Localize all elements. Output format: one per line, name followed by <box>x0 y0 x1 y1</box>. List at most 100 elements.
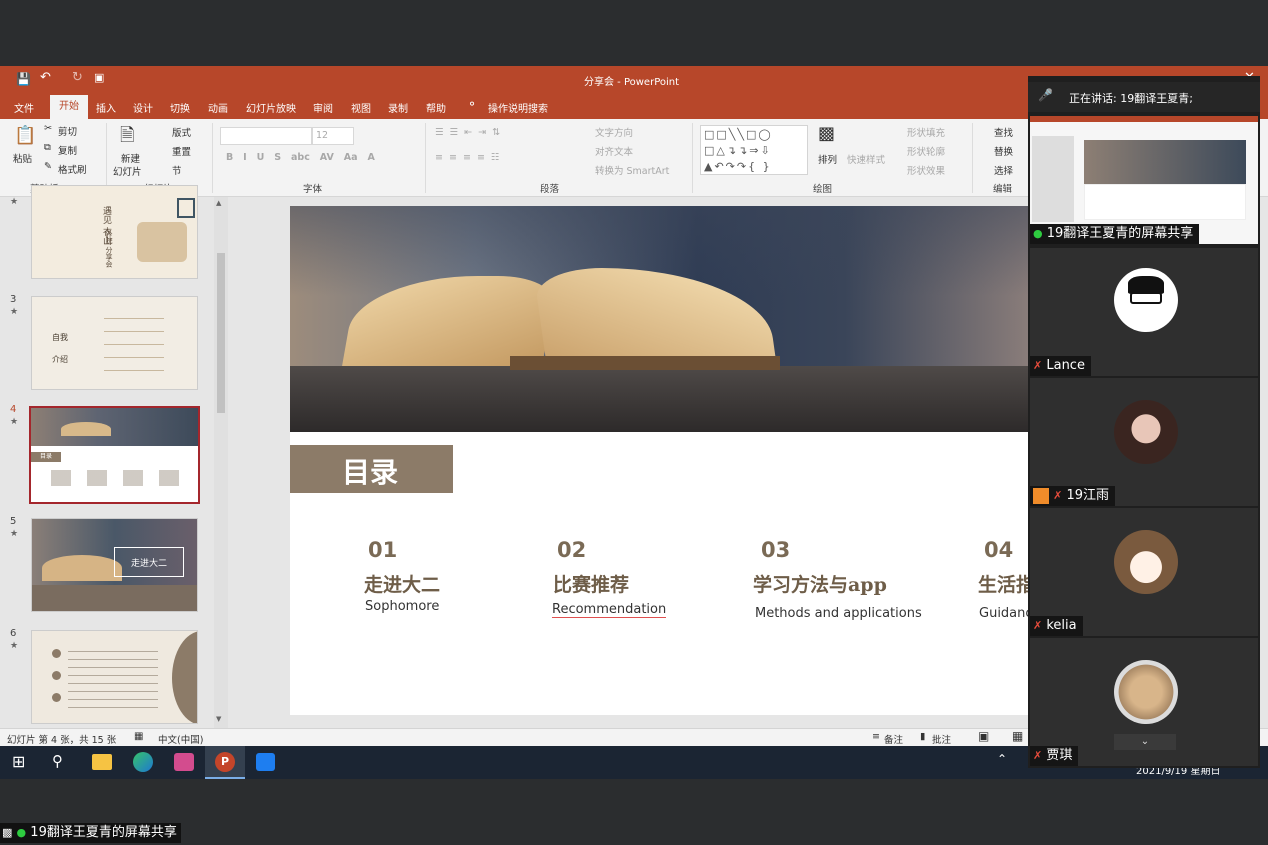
notes-button[interactable]: 备注 <box>884 732 903 746</box>
present-icon[interactable]: ▣ <box>94 71 104 84</box>
participant-tile-jiaqi[interactable]: ⌄ ✗ 贾琪 <box>1030 638 1258 766</box>
speaking-bar: 🎤 正在讲话: 19翻译王夏青; <box>1028 82 1260 112</box>
slide-thumbnail-3[interactable]: 自我 介绍 <box>31 296 198 390</box>
scroll-down-button[interactable]: ▼ <box>216 715 226 725</box>
item-3-subtitle: Methods and applications <box>755 606 922 621</box>
tab-file[interactable]: 文件 <box>14 100 34 115</box>
format-painter-icon: ✎ <box>44 161 52 172</box>
layout-button[interactable]: 版式 <box>172 125 191 139</box>
tab-transitions[interactable]: 切换 <box>170 100 190 115</box>
comments-button[interactable]: 批注 <box>932 732 951 746</box>
new-slide-icon[interactable]: 🗎 <box>120 123 134 153</box>
slide-thumbnail-5[interactable]: 走进大二 <box>31 518 198 612</box>
t4-tag: 目录 <box>31 452 61 462</box>
slide-thumbnail-2[interactable]: 遇见 衣山 外院 分享会 <box>31 185 198 279</box>
meeting-panel: 🎤 正在讲话: 19翻译王夏青; ⌃ ● 19翻译王夏青的屏幕共享 ✗ Lanc… <box>1028 76 1260 768</box>
new-slide-button[interactable]: 新建 <box>121 151 140 165</box>
participant-name-jiaqi: 贾琪 <box>1046 748 1073 763</box>
group-paragraph: 段落 <box>540 184 560 195</box>
current-slide[interactable]: 目录 01 走进大二 Sophomore 02 比赛推荐 Recommendat… <box>290 206 1030 715</box>
smartart-button[interactable]: 转换为 SmartArt <box>595 163 669 177</box>
tab-home[interactable]: 开始 <box>50 95 88 119</box>
cut-button[interactable]: 剪切 <box>58 124 77 138</box>
screen-share-tile[interactable]: ● 19翻译王夏青的屏幕共享 <box>1030 116 1258 244</box>
windows-start-icon[interactable]: ⊞ <box>12 752 25 771</box>
reset-button[interactable]: 重置 <box>172 144 191 158</box>
file-explorer-icon[interactable] <box>92 754 112 770</box>
shape-outline-button[interactable]: 形状轮廓 <box>907 144 945 158</box>
share-preview-slide-body <box>1084 184 1246 220</box>
tab-slideshow[interactable]: 幻灯片放映 <box>246 100 296 115</box>
tab-help[interactable]: 帮助 <box>426 100 446 115</box>
tray-chevron-icon[interactable]: ⌃ <box>997 752 1007 766</box>
animation-star-6: ★ <box>10 641 19 651</box>
text-direction-button[interactable]: 文字方向 <box>595 125 633 139</box>
save-icon[interactable]: 💾 <box>16 72 31 86</box>
undo-icon[interactable]: ↶ <box>40 70 51 85</box>
font-name-select[interactable] <box>220 127 312 145</box>
tell-me-search[interactable]: 操作说明搜索 <box>488 100 548 115</box>
quick-styles-button[interactable]: 快速样式 <box>847 152 885 166</box>
paragraph-icons[interactable]: ☰ ☰ ⇤ ⇥ ⇅ <box>435 127 500 138</box>
paste-icon[interactable]: 📋 <box>14 125 36 146</box>
edge-icon[interactable] <box>133 752 153 772</box>
shape-fill-button[interactable]: 形状填充 <box>907 125 945 139</box>
slide-thumbnail-4[interactable]: 目录 <box>29 406 200 504</box>
participant-tile-lance[interactable]: ✗ Lance <box>1030 248 1258 376</box>
item-4-subtitle: Guidanc <box>979 606 1030 621</box>
item-3-number: 03 <box>761 538 791 562</box>
slide-number-4: 4 <box>10 404 17 415</box>
new-slide-label-2[interactable]: 幻灯片 <box>113 164 142 178</box>
arrange-icon[interactable]: ▩ <box>818 123 835 144</box>
t4-book <box>61 422 111 436</box>
tab-record[interactable]: 录制 <box>388 100 408 115</box>
replace-button[interactable]: 替换 <box>994 144 1013 158</box>
select-button[interactable]: 选择 <box>994 163 1013 177</box>
slide-counter[interactable]: 幻灯片 第 4 张，共 15 张 <box>7 732 116 746</box>
shapes-gallery[interactable]: □□╲╲□◯ □△↴↴⇒⇩ ▲↶↷↷{ } <box>700 125 808 175</box>
thumbnail-scrollbar[interactable]: ▲ ▼ <box>214 197 228 728</box>
arrange-button[interactable]: 排列 <box>818 152 837 166</box>
align-icons[interactable]: ≡ ≡ ≡ ≡ ☷ <box>435 152 500 163</box>
t4-items <box>45 470 185 486</box>
search-icon[interactable]: ⚲ <box>52 752 63 770</box>
find-button[interactable]: 查找 <box>994 125 1013 139</box>
powerpoint-icon[interactable]: P <box>215 752 235 772</box>
notes-icon: ≡ <box>872 731 880 742</box>
avatar-jiaqi <box>1114 660 1178 724</box>
top-black-bar <box>0 0 1268 66</box>
font-format-icons[interactable]: B I U S abc AV Aa A <box>226 152 375 163</box>
app-icon-pink[interactable] <box>174 753 194 771</box>
comments-icon: ▮ <box>920 731 926 742</box>
section-button[interactable]: 节 <box>172 163 182 177</box>
expand-button[interactable]: ⌄ <box>1114 734 1176 750</box>
participant-tile-jiangyu[interactable]: ✗ 19江雨 <box>1030 378 1258 506</box>
scroll-thumb[interactable] <box>217 253 225 413</box>
participant-tile-kelia[interactable]: ✗ kelia <box>1030 508 1258 636</box>
nameplate-kelia: ✗ kelia <box>1030 616 1083 636</box>
tab-insert[interactable]: 插入 <box>96 100 116 115</box>
tencent-meeting-icon[interactable] <box>256 753 275 771</box>
nameplate-lance: ✗ Lance <box>1030 356 1091 376</box>
slide-thumbnail-6[interactable] <box>31 630 198 724</box>
copy-button[interactable]: 复制 <box>58 143 77 157</box>
redo-icon[interactable]: ↻ <box>72 70 83 85</box>
group-editing: 编辑 <box>993 184 1013 195</box>
sorter-view-icon[interactable]: ▦ <box>1012 729 1023 743</box>
format-painter-button[interactable]: 格式刷 <box>58 162 87 176</box>
normal-view-icon[interactable]: ▣ <box>978 729 989 743</box>
align-text-button[interactable]: 对齐文本 <box>595 144 633 158</box>
font-size-select[interactable]: 12 <box>312 127 354 145</box>
tab-animations[interactable]: 动画 <box>208 100 228 115</box>
tab-design[interactable]: 设计 <box>133 100 153 115</box>
paste-button[interactable]: 粘贴 <box>13 151 32 165</box>
scroll-up-button[interactable]: ▲ <box>216 199 226 209</box>
language-indicator[interactable]: 中文(中国) <box>158 732 203 746</box>
tab-view[interactable]: 视图 <box>351 100 371 115</box>
mic-icon: 🎤 <box>1038 88 1053 102</box>
share-preview-thumbs <box>1032 136 1074 222</box>
accessibility-icon[interactable]: ▦ <box>134 731 143 742</box>
shape-effects-button[interactable]: 形状效果 <box>907 163 945 177</box>
avatar-kelia <box>1114 530 1178 594</box>
tab-review[interactable]: 审阅 <box>313 100 333 115</box>
